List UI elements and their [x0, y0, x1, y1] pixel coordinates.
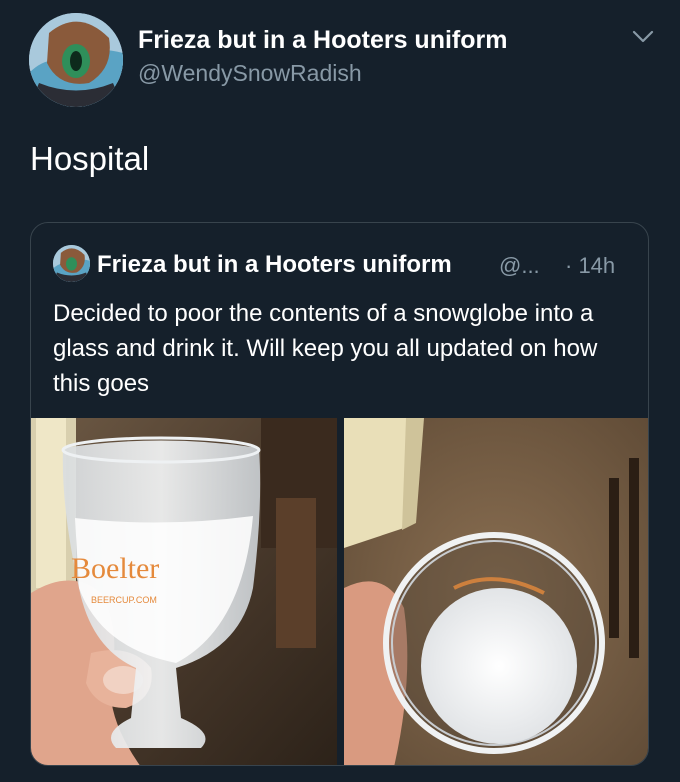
quoted-author-avatar[interactable] [53, 245, 90, 282]
quoted-tweet-card[interactable]: Frieza but in a Hooters uniform @... · 1… [30, 222, 649, 766]
tweet-photo-1[interactable]: Boelter BEERCUP.COM [31, 418, 337, 765]
quoted-author-name[interactable]: Frieza but in a Hooters uniform [97, 251, 452, 279]
chevron-down-icon [632, 30, 654, 43]
glass-brand-text: Boelter [71, 552, 159, 585]
tweet-photo-2[interactable] [344, 418, 648, 765]
quoted-author-handle[interactable]: @... [499, 253, 540, 279]
avatar-icon [29, 13, 123, 107]
author-name[interactable]: Frieza but in a Hooters uniform [138, 26, 507, 55]
glass-url-text: BEERCUP.COM [91, 595, 157, 605]
glass-photo [344, 418, 648, 765]
author-avatar[interactable] [29, 13, 123, 107]
quoted-tweet-text: Decided to poor the contents of a snowgl… [53, 300, 598, 397]
quoted-tweet-timestamp[interactable]: · 14h [565, 253, 615, 279]
glass-photo: Boelter BEERCUP.COM [31, 418, 337, 765]
tweet-text: Hospital [30, 140, 150, 177]
tweet-menu-button[interactable] [630, 26, 656, 46]
author-handle[interactable]: @WendySnowRadish [138, 60, 362, 87]
avatar-icon [53, 245, 90, 282]
